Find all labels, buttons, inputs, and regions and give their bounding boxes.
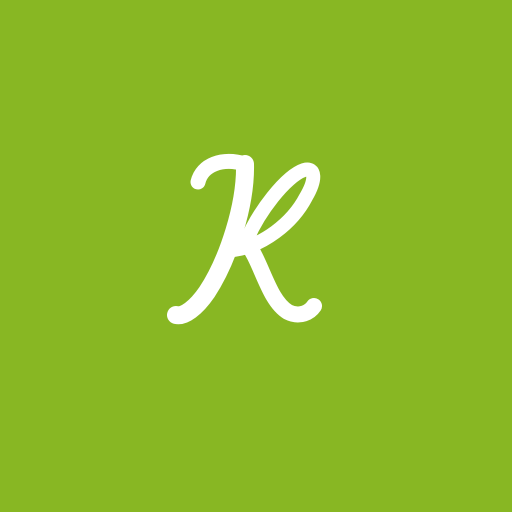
app-icon-tile: K — [0, 0, 512, 512]
script-letter-k-logo-icon: K — [167, 153, 322, 325]
k-lower-leg — [238, 234, 322, 323]
k-main-stroke — [167, 155, 255, 325]
